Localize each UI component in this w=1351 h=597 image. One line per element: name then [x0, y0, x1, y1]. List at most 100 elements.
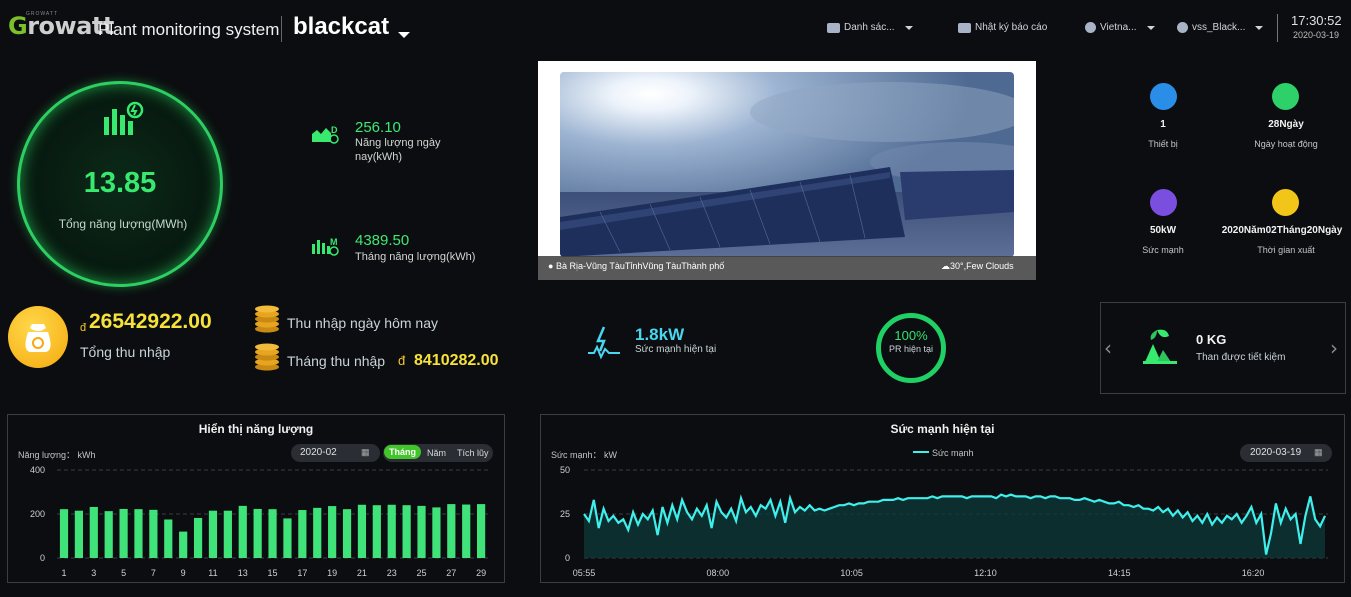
month-energy-label: Tháng năng lượng(kWh) — [355, 251, 476, 263]
bar — [59, 509, 69, 558]
device-label: Thiết bị — [1148, 139, 1178, 149]
x-tick-label: 1 — [61, 568, 66, 578]
x-tick-label: 19 — [327, 568, 337, 578]
bar — [253, 508, 262, 558]
system-title: Plant monitoring system — [98, 20, 280, 39]
calendar-icon — [1272, 189, 1299, 216]
bar — [238, 505, 247, 558]
user-icon — [1177, 22, 1188, 33]
bar — [104, 511, 113, 558]
pr-value: 100% — [894, 328, 928, 343]
coins-icon — [255, 343, 279, 371]
commission-date-label: Thời gian xuất — [1257, 245, 1315, 255]
bar — [402, 505, 411, 558]
capacity-value: 50kW — [1149, 225, 1177, 236]
y-tick-label: 50 — [560, 465, 570, 475]
x-tick-label: 17 — [297, 568, 307, 578]
operating-days-label: Ngày hoạt động — [1254, 139, 1318, 149]
y-tick-label: 0 — [40, 553, 45, 563]
power-panel-title: Sức mạnh hiện tại — [890, 422, 995, 436]
bar — [477, 504, 486, 558]
currency-symbol: đ — [398, 353, 406, 368]
plant-selector[interactable]: blackcat — [293, 13, 389, 41]
x-tick-label: 05:55 — [573, 568, 596, 578]
user-label: vss_Black... — [1192, 22, 1246, 33]
today-income-label: Thu nhập ngày hôm nay — [287, 315, 438, 331]
bar — [74, 510, 83, 558]
report-log-link[interactable]: Nhật ký báo cáo — [958, 22, 1047, 33]
daily-energy-icon: D — [312, 125, 339, 144]
total-energy-label: Tổng năng lượng(MWh) — [58, 217, 188, 231]
energy-bar-chart: 02004001 3 5 7 9 11 13 15 17 19 21 23 25 27 29 — [30, 465, 489, 578]
operating-days-value: 28Ngày — [1268, 119, 1304, 130]
y-tick-label: 25 — [560, 509, 570, 519]
plant-location: ● Bà Rịa-Vũng TàuTỉnhVũng TàuThành phố — [548, 261, 724, 271]
chevron-down-icon[interactable] — [398, 32, 410, 38]
current-power-label: Sức mạnh hiện tại — [635, 344, 717, 355]
today-energy-label-1: Năng lượng ngày — [355, 137, 441, 149]
truck-icon — [827, 22, 840, 33]
user-menu[interactable]: vss_Black... — [1177, 22, 1264, 33]
language-label: Vietna... — [1100, 22, 1137, 33]
tab-total[interactable]: Tích lũy — [457, 448, 489, 458]
tab-year[interactable]: Năm — [427, 448, 446, 458]
bar — [342, 509, 352, 558]
device-count: 1 — [1160, 119, 1166, 130]
language-menu[interactable]: Vietna... — [1085, 22, 1155, 33]
weather-text: 30°,Few Clouds — [950, 261, 1014, 271]
bar — [119, 508, 128, 558]
plant-list-menu[interactable]: Danh sác... — [827, 22, 913, 33]
bar — [432, 507, 441, 558]
chevron-down-icon — [1255, 25, 1264, 30]
total-income-value: 26542922.00 — [89, 310, 212, 333]
current-power-value: 1.8kW — [635, 325, 685, 344]
x-tick-label: 08:00 — [707, 568, 730, 578]
report-log-label: Nhật ký báo cáo — [975, 22, 1048, 33]
coal-leaf-icon — [1143, 329, 1177, 364]
total-energy-value: 13.85 — [83, 167, 157, 199]
coal-saved-value: 0 KG — [1196, 332, 1227, 347]
today-energy-label-2: nay(kWh) — [355, 151, 403, 163]
monthly-energy-icon: M — [312, 237, 339, 256]
x-tick-label: 12:10 — [974, 568, 997, 578]
bar — [89, 506, 98, 558]
globe-icon — [1085, 22, 1096, 33]
coal-saved-label: Than được tiết kiệm — [1196, 352, 1286, 363]
x-tick-label: 23 — [387, 568, 397, 578]
lightning-icon — [588, 326, 620, 360]
x-tick-label: 11 — [208, 568, 217, 578]
chevron-right-icon[interactable]: › — [1330, 336, 1338, 360]
x-tick-label: 10:05 — [840, 568, 863, 578]
x-tick-label: 9 — [181, 568, 186, 578]
pr-label: PR hiện tại — [888, 344, 934, 354]
x-tick-label: 13 — [238, 568, 248, 578]
svg-text:M: M — [330, 237, 338, 247]
chevron-down-icon — [1146, 25, 1155, 30]
energy-panel-title: Hiển thị năng lượng — [198, 422, 314, 436]
today-energy-value: 256.10 — [355, 119, 401, 136]
bar — [179, 531, 188, 558]
bar — [387, 504, 396, 558]
bar — [283, 518, 292, 558]
total-income-label: Tổng thu nhập — [80, 344, 171, 360]
header-divider — [281, 16, 282, 42]
x-tick-label: 7 — [151, 568, 156, 578]
legend-swatch — [913, 451, 929, 453]
month-energy-value: 4389.50 — [355, 232, 410, 249]
month-income-value: 8410282.00 — [414, 352, 499, 369]
coins-icon — [255, 305, 279, 333]
bar — [417, 505, 426, 558]
bar — [134, 509, 143, 558]
chevron-left-icon[interactable]: ‹ — [1104, 336, 1112, 360]
tab-month[interactable]: Tháng — [384, 445, 421, 459]
commission-date-value: 2020Năm02Tháng20Ngày — [1221, 225, 1343, 236]
bar — [372, 505, 381, 558]
bar — [462, 504, 471, 558]
capacity-label: Sức mạnh — [1142, 245, 1184, 255]
power-legend-label[interactable]: Sức mạnh — [932, 448, 974, 458]
bar — [447, 504, 456, 558]
location-pin-icon: ● — [548, 261, 554, 271]
x-tick-label: 5 — [121, 568, 126, 578]
x-tick-label: 16:20 — [1242, 568, 1265, 578]
bar — [149, 509, 158, 558]
